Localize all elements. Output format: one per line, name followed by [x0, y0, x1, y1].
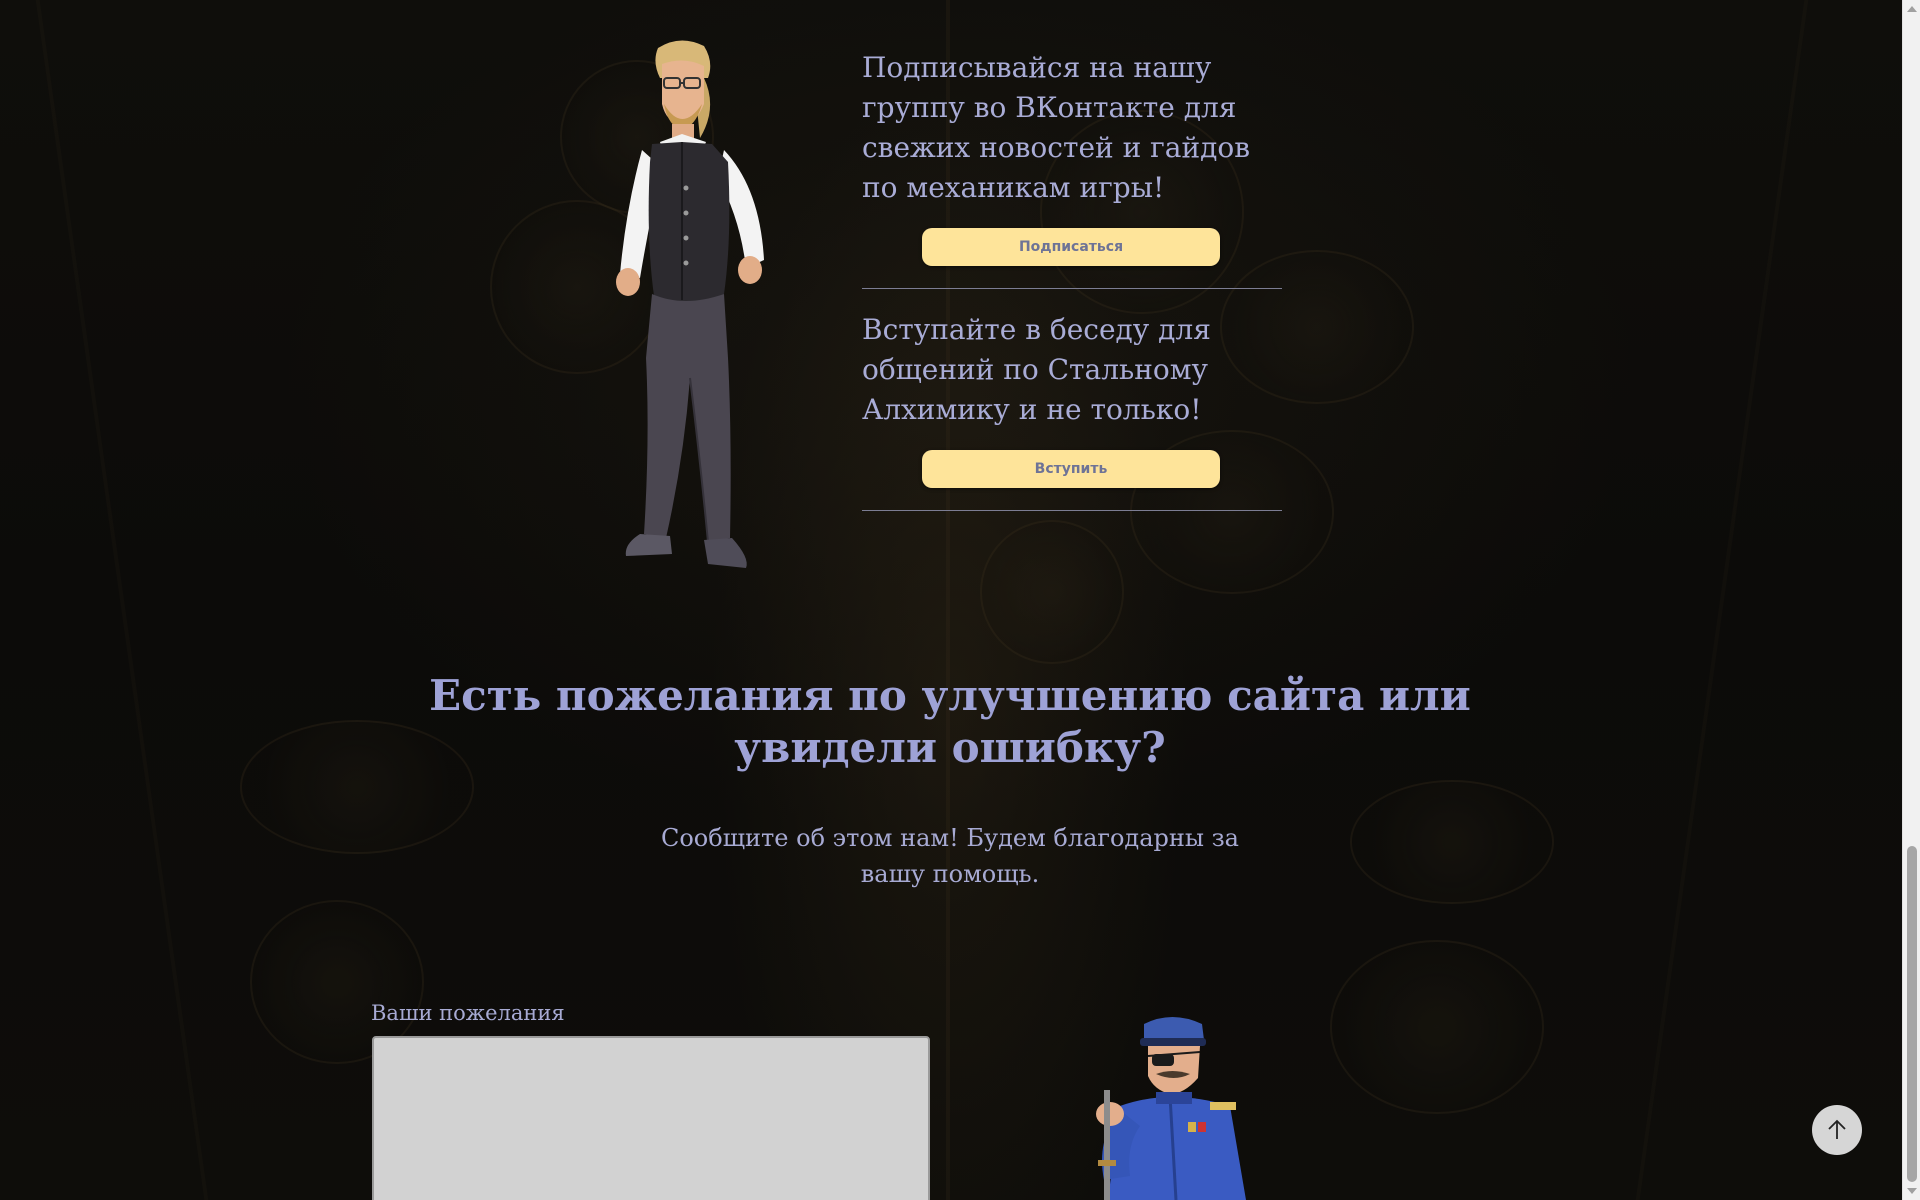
feedback-subtitle: Сообщите об этом нам! Будем благодарны з… — [660, 824, 1239, 888]
page: Подписывайся на нашу группу во ВКонтакте… — [0, 0, 1920, 1200]
arrow-up-icon — [1828, 1119, 1846, 1139]
feedback-title: Есть пожелания по улучшению сайта или ув… — [429, 671, 1471, 772]
vk-group-text: Подписывайся на нашу группу во ВКонтакте… — [862, 51, 1251, 204]
divider — [862, 288, 1282, 289]
scroll-down-arrow-icon[interactable] — [1907, 1188, 1917, 1194]
scrollbar-thumb[interactable] — [1907, 846, 1917, 1182]
wishes-label: Ваши пожелания — [371, 1001, 565, 1025]
officer-illustration — [1096, 1017, 1246, 1200]
wishes-textarea[interactable] — [372, 1036, 930, 1200]
subscribe-button[interactable]: Подписаться — [922, 228, 1220, 266]
scroll-up-arrow-icon[interactable] — [1907, 6, 1917, 12]
scrollbar[interactable] — [1902, 0, 1920, 1200]
chat-text: Вступайте в беседу для общений по Стальн… — [862, 313, 1211, 426]
vk-group-promo: Подписывайся на нашу группу во ВКонтакте… — [862, 48, 1282, 208]
chat-promo: Вступайте в беседу для общений по Стальн… — [862, 310, 1282, 430]
join-button[interactable]: Вступить — [922, 450, 1220, 488]
character-illustration — [616, 40, 764, 568]
scroll-to-top-button[interactable] — [1812, 1105, 1862, 1155]
divider — [862, 510, 1282, 511]
